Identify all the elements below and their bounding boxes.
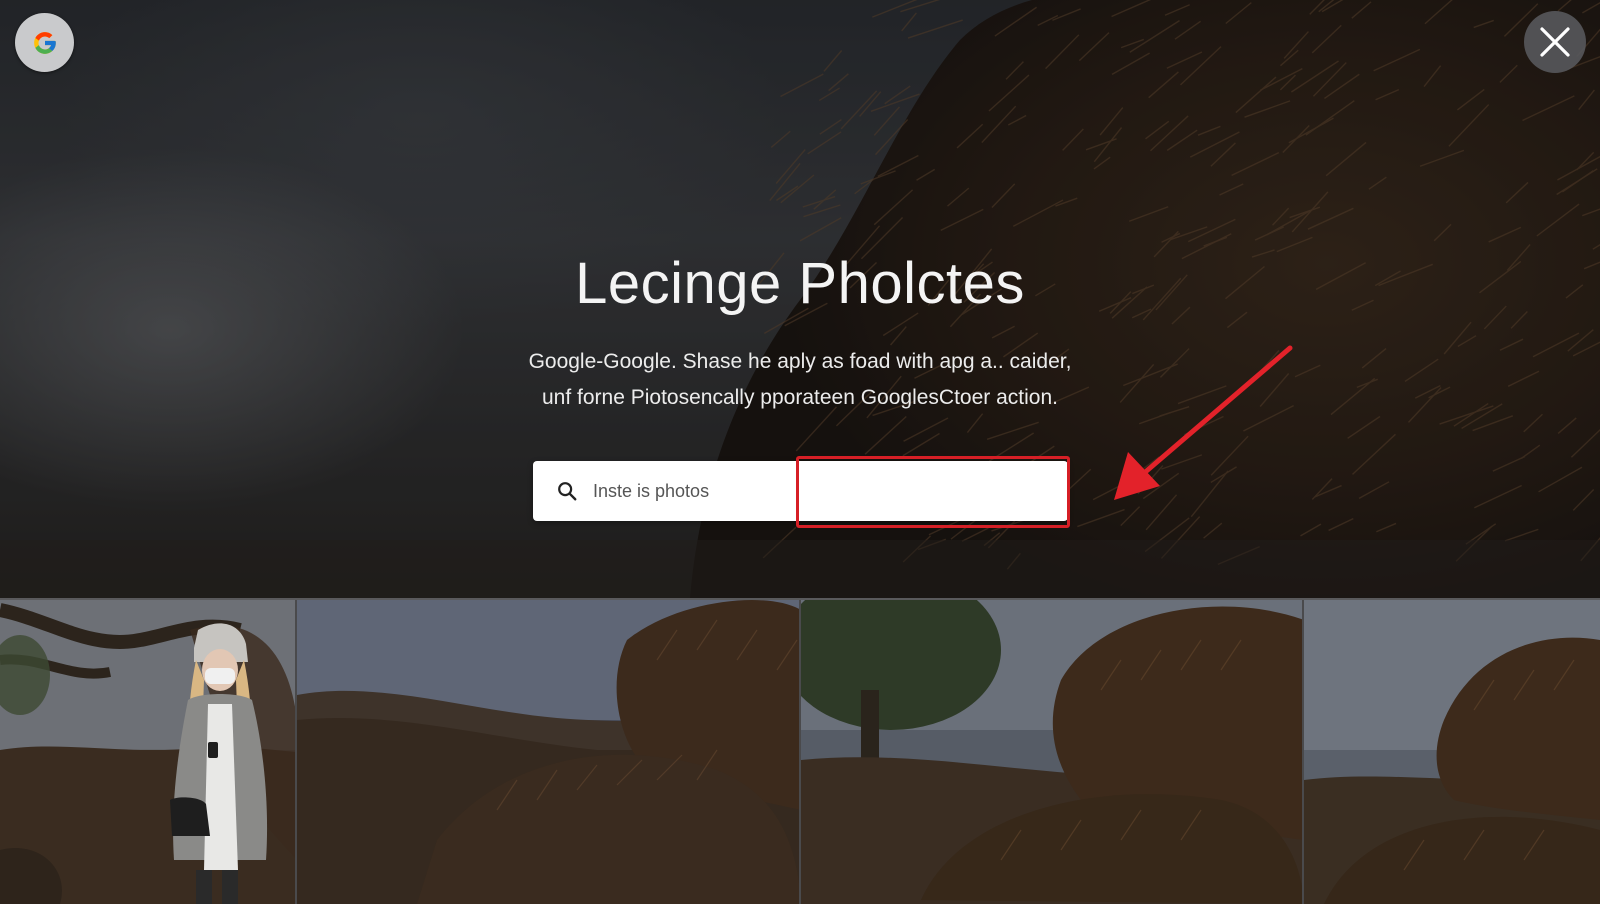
google-g-icon <box>33 31 56 54</box>
haystack-closeup-image <box>1304 600 1600 904</box>
google-logo-button[interactable] <box>15 13 74 72</box>
close-icon <box>1540 27 1570 57</box>
woman-photo-image <box>0 600 295 904</box>
photo-search-page: Lecinge Pholctes Google-Google. Shase he… <box>0 0 1600 904</box>
search-input[interactable] <box>591 479 1035 503</box>
thumbnail-woman-photo[interactable] <box>0 600 297 904</box>
thumbnail-haystack-closeup[interactable] <box>1304 600 1600 904</box>
close-button[interactable] <box>1524 11 1586 73</box>
thumbnail-haystack-hill[interactable] <box>297 600 801 904</box>
thumbnail-strip <box>0 600 1600 904</box>
page-description: Google-Google. Shase he aply as foad wit… <box>460 344 1140 416</box>
haystack-hill-image <box>297 600 799 904</box>
search-icon <box>555 479 579 503</box>
description-line-1: Google-Google. Shase he aply as foad wit… <box>528 350 1072 373</box>
thumbnail-haystack-tree[interactable] <box>801 600 1304 904</box>
description-line-2: unf forne Piotosencally pporateen Google… <box>542 386 1058 409</box>
hero-background: Lecinge Pholctes Google-Google. Shase he… <box>0 0 1600 598</box>
search-bar[interactable] <box>533 461 1068 521</box>
page-title: Lecinge Pholctes <box>575 251 1025 316</box>
haystack-tree-image <box>801 600 1302 904</box>
